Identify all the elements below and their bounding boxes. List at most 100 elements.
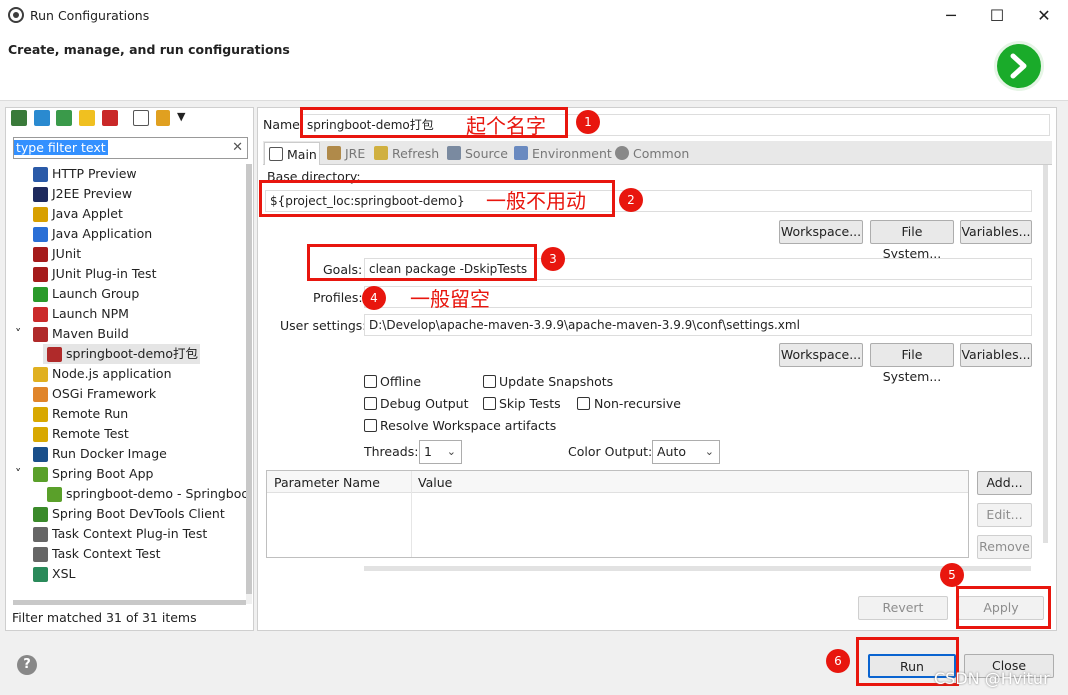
tree-item[interactable]: Run Docker Image bbox=[13, 444, 246, 464]
source-tab-icon bbox=[447, 146, 461, 160]
filter-text[interactable]: type filter text bbox=[14, 140, 108, 155]
tab-environment[interactable]: Environment bbox=[514, 142, 612, 165]
export-config-icon[interactable] bbox=[56, 110, 72, 126]
duplicate-config-icon[interactable] bbox=[79, 110, 95, 126]
annotation-box-5 bbox=[956, 586, 1051, 629]
tree-item[interactable]: JUnit Plug-in Test bbox=[13, 264, 246, 284]
tab-common[interactable]: Common bbox=[615, 142, 689, 165]
tab-jre[interactable]: JRE bbox=[327, 142, 365, 165]
form-vertical-scrollbar[interactable] bbox=[1043, 165, 1048, 543]
delete-config-icon[interactable] bbox=[102, 110, 118, 126]
tree-item[interactable]: Spring Boot DevTools Client bbox=[13, 504, 246, 524]
variables-button-2[interactable]: Variables... bbox=[960, 343, 1032, 367]
annotation-text-2: 一般不用动 bbox=[486, 189, 586, 213]
tree-item-label: springboot-demo - Springboot bbox=[66, 486, 246, 501]
offline-checkbox[interactable] bbox=[364, 375, 377, 388]
task-plugin-icon bbox=[33, 527, 48, 542]
revert-button[interactable]: Revert bbox=[858, 596, 948, 620]
tree-item[interactable]: Remote Test bbox=[13, 424, 246, 444]
remove-param-button[interactable]: Remove bbox=[977, 535, 1032, 559]
workspace-button-2[interactable]: Workspace... bbox=[779, 343, 863, 367]
tree-item[interactable]: JUnit bbox=[13, 244, 246, 264]
common-tab-icon bbox=[615, 146, 629, 160]
debug-output-checkbox[interactable] bbox=[364, 397, 377, 410]
annotation-badge-3: 3 bbox=[541, 247, 565, 271]
debug-output-label: Debug Output bbox=[380, 396, 469, 411]
refresh-tab-icon bbox=[374, 146, 388, 160]
close-window-button[interactable]: ✕ bbox=[1021, 0, 1067, 31]
annotation-badge-4: 4 bbox=[362, 286, 386, 310]
tree-item[interactable]: OSGi Framework bbox=[13, 384, 246, 404]
tree-item[interactable]: Node.js application bbox=[13, 364, 246, 384]
tab-main[interactable]: Main bbox=[264, 142, 320, 165]
maximize-button[interactable]: ☐ bbox=[974, 0, 1020, 31]
remote-test-icon bbox=[33, 427, 48, 442]
tree-item[interactable]: Java Applet bbox=[13, 204, 246, 224]
annotation-box-3 bbox=[307, 244, 537, 281]
form-horizontal-scrollbar[interactable] bbox=[364, 566, 1031, 571]
workspace-button-1[interactable]: Workspace... bbox=[779, 220, 863, 244]
variables-button-1[interactable]: Variables... bbox=[960, 220, 1032, 244]
tree-item[interactable]: XSL bbox=[13, 564, 246, 584]
maven-icon bbox=[33, 327, 48, 342]
launch-group-icon bbox=[33, 287, 48, 302]
tree-item[interactable]: Task Context Test bbox=[13, 544, 246, 564]
resolve-workspace-label: Resolve Workspace artifacts bbox=[380, 418, 557, 433]
tree-item-label: springboot-demo打包 bbox=[66, 346, 199, 361]
update-snapshots-checkbox[interactable] bbox=[483, 375, 496, 388]
clear-filter-icon[interactable]: ✕ bbox=[232, 138, 243, 158]
tree-item[interactable]: HTTP Preview bbox=[13, 164, 246, 184]
spring-config-icon bbox=[47, 487, 62, 502]
new-prototype-icon[interactable] bbox=[34, 110, 50, 126]
tree-item[interactable]: Remote Run bbox=[13, 404, 246, 424]
expand-chevron-icon[interactable]: ˅ bbox=[15, 324, 21, 344]
edit-param-button[interactable]: Edit... bbox=[977, 503, 1032, 527]
main-tab-icon bbox=[269, 147, 283, 161]
collapse-all-icon[interactable] bbox=[133, 110, 149, 126]
minimize-button[interactable]: ─ bbox=[928, 0, 974, 31]
java-applet-icon bbox=[33, 207, 48, 222]
color-output-select[interactable]: Auto ⌄ bbox=[652, 440, 720, 464]
skip-tests-checkbox[interactable] bbox=[483, 397, 496, 410]
tree-item[interactable]: springboot-demo打包 bbox=[43, 344, 200, 364]
tree-item[interactable]: Launch Group bbox=[13, 284, 246, 304]
annotation-text-1: 起个名字 bbox=[466, 114, 546, 138]
tree-horizontal-scrollbar[interactable] bbox=[13, 600, 246, 605]
expand-chevron-icon[interactable]: ˅ bbox=[15, 464, 21, 484]
tree-item[interactable]: ˅ Spring Boot App bbox=[13, 464, 246, 484]
param-value-header[interactable]: Value bbox=[418, 475, 452, 490]
task-test-icon bbox=[33, 547, 48, 562]
junit-icon bbox=[33, 247, 48, 262]
tab-refresh[interactable]: Refresh bbox=[374, 142, 439, 165]
user-settings-input[interactable]: D:\Develop\apache-maven-3.9.9\apache-mav… bbox=[364, 314, 1032, 336]
help-icon[interactable]: ? bbox=[17, 655, 37, 675]
offline-label: Offline bbox=[380, 374, 422, 389]
file-system-button-1[interactable]: File System... bbox=[870, 220, 954, 261]
threads-select[interactable]: 1 ⌄ bbox=[419, 440, 462, 464]
view-menu-chevron-icon[interactable]: ▼ bbox=[177, 110, 185, 123]
resolve-workspace-checkbox[interactable] bbox=[364, 419, 377, 432]
npm-icon bbox=[33, 307, 48, 322]
tree-item[interactable]: Launch NPM bbox=[13, 304, 246, 324]
new-config-icon[interactable] bbox=[11, 110, 27, 126]
tree-vertical-scrollbar[interactable] bbox=[246, 164, 252, 604]
header-title: Create, manage, and run configurations bbox=[8, 42, 290, 57]
tree-item[interactable]: Task Context Plug-in Test bbox=[13, 524, 246, 544]
filter-input[interactable]: type filter text ✕ bbox=[13, 137, 248, 159]
jre-tab-icon bbox=[327, 146, 341, 160]
devtools-icon bbox=[33, 507, 48, 522]
tree-item[interactable]: Java Application bbox=[13, 224, 246, 244]
title-bar bbox=[0, 0, 1068, 31]
param-name-header[interactable]: Parameter Name bbox=[274, 475, 380, 490]
tree-item[interactable]: J2EE Preview bbox=[13, 184, 246, 204]
non-recursive-checkbox[interactable] bbox=[577, 397, 590, 410]
file-system-button-2[interactable]: File System... bbox=[870, 343, 954, 384]
tree-item[interactable]: ˅ Maven Build bbox=[13, 324, 246, 344]
config-tree: HTTP Preview J2EE Preview Java Applet Java … bbox=[13, 164, 246, 602]
filter-config-icon[interactable] bbox=[156, 110, 170, 126]
tab-source[interactable]: Source bbox=[447, 142, 508, 165]
add-param-button[interactable]: Add... bbox=[977, 471, 1032, 495]
tree-item-label: XSL bbox=[52, 566, 76, 581]
parameters-table[interactable]: Parameter Name Value bbox=[266, 470, 969, 558]
tree-item[interactable]: springboot-demo - Springboot bbox=[13, 484, 246, 504]
